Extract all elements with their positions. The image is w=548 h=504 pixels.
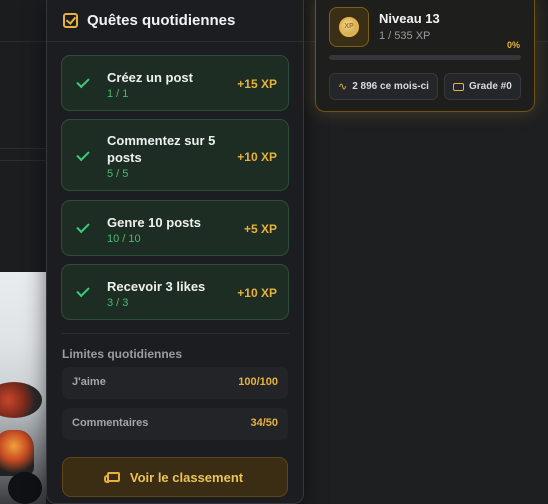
quest-xp-reward: +10 XP <box>237 150 277 164</box>
panel-title: Quêtes quotidiennes <box>87 12 236 29</box>
check-icon <box>76 74 90 89</box>
stat-text: 2 896 ce mois-ci <box>352 81 429 92</box>
limit-row-comments: Commentaires 34/50 <box>62 408 288 440</box>
quest-name: Recevoir 3 likes <box>107 279 206 294</box>
limit-value: 100/100 <box>238 376 278 388</box>
panel-header: Quêtes quotidiennes <box>47 0 303 42</box>
quest-card: Recevoir 3 likes 3 / 3 +10 XP <box>61 264 289 320</box>
level-xp: 1 / 535 XP <box>379 30 431 42</box>
trophy-icon <box>453 82 464 91</box>
check-icon <box>76 147 90 162</box>
image-rider-shape <box>0 430 34 476</box>
quest-card: Genre 10 posts 10 / 10 +5 XP <box>61 200 289 256</box>
quest-xp-reward: +15 XP <box>237 77 277 91</box>
quest-progress: 5 / 5 <box>107 168 129 180</box>
xp-badge: XP <box>329 7 369 47</box>
quest-name: Créez un post <box>107 70 193 85</box>
quest-progress: 10 / 10 <box>107 233 141 245</box>
image-motorcycle-shape <box>0 382 42 418</box>
quest-xp-reward: +5 XP <box>243 222 277 236</box>
quest-name: Commentez sur 5 posts <box>107 133 216 165</box>
limits-title: Limites quotidiennes <box>62 347 183 361</box>
stat-text: Grade #0 <box>469 81 512 92</box>
leaderboard-button-label: Voir le classement <box>129 469 244 485</box>
level-progress-bar <box>329 55 521 60</box>
level-progress-percent: 0% <box>506 40 520 50</box>
checkbox-icon <box>63 13 78 28</box>
quest-card: Commentez sur 5 posts 5 / 5 +10 XP <box>61 119 289 191</box>
level-card: XP Niveau 13 1 / 535 XP 0% ∿ 2 896 ce mo… <box>315 0 535 112</box>
level-name: Niveau 13 <box>379 11 440 26</box>
xp-coin-icon: XP <box>339 17 359 37</box>
trophy-icon <box>103 472 120 483</box>
divider <box>61 333 289 334</box>
check-icon <box>76 219 90 234</box>
stat-grade[interactable]: Grade #0 <box>444 73 521 100</box>
limit-label: J'aime <box>72 376 106 388</box>
background-divider <box>0 148 46 149</box>
quest-progress: 3 / 3 <box>107 297 129 309</box>
quest-xp-reward: +10 XP <box>237 286 277 300</box>
limit-row-likes: J'aime 100/100 <box>62 367 288 399</box>
quest-card: Créez un post 1 / 1 +15 XP <box>61 55 289 111</box>
leaderboard-button[interactable]: Voir le classement <box>62 457 288 497</box>
limit-value: 34/50 <box>250 417 278 429</box>
daily-quests-panel: Quêtes quotidiennes Créez un post 1 / 1 … <box>46 0 304 504</box>
limit-label: Commentaires <box>72 417 149 429</box>
background-post-image[interactable] <box>0 272 46 504</box>
stat-monthly-points[interactable]: ∿ 2 896 ce mois-ci <box>329 73 438 100</box>
image-wheel-shape <box>8 472 42 504</box>
background-divider <box>0 160 46 161</box>
quest-name: Genre 10 posts <box>107 215 201 230</box>
quest-progress: 1 / 1 <box>107 88 129 100</box>
activity-icon: ∿ <box>338 81 348 93</box>
check-icon <box>76 283 90 298</box>
